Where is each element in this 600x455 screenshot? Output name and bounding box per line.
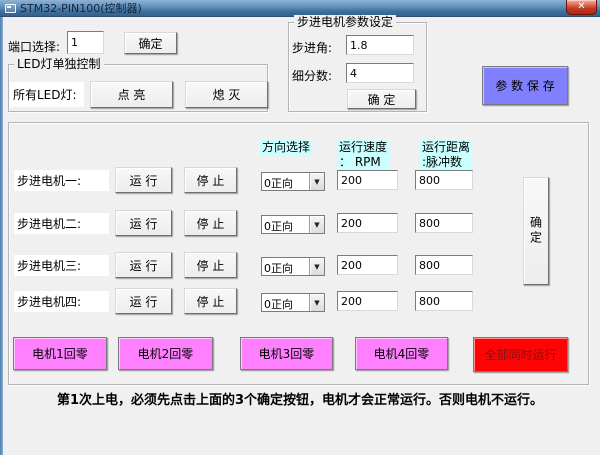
- motor3-direction-select[interactable]: 0正向 ▼: [261, 257, 325, 276]
- motor3-run-button[interactable]: 运 行: [115, 252, 172, 278]
- motor3-speed-input[interactable]: [337, 255, 398, 275]
- motor2-direction-select[interactable]: 0正向 ▼: [261, 215, 325, 234]
- param-group-title: 步进电机参数设定: [294, 15, 396, 30]
- direction-column-header: 方向选择: [260, 140, 312, 155]
- motor2-speed-input[interactable]: [337, 213, 398, 233]
- motor2-label: 步进电机二:: [14, 213, 109, 234]
- motor2-run-button[interactable]: 运 行: [115, 210, 172, 236]
- subdivision-input[interactable]: [346, 63, 414, 83]
- motor4-run-button[interactable]: 运 行: [115, 288, 172, 314]
- port-select-label: 端口选择:: [8, 38, 60, 55]
- motor4-stop-button[interactable]: 停 止: [184, 288, 237, 314]
- led-all-label: 所有LED灯:: [10, 82, 84, 107]
- motor3-distance-input[interactable]: [415, 255, 473, 275]
- led-off-button[interactable]: 熄 灭: [185, 81, 268, 108]
- motors-confirm-button[interactable]: 确定: [523, 177, 549, 285]
- motor4-direction-value: 0正向: [262, 294, 309, 311]
- motor1-stop-button[interactable]: 停 止: [184, 167, 237, 193]
- close-icon: ✕: [577, 1, 585, 12]
- motor1-direction-select[interactable]: 0正向 ▼: [261, 172, 325, 191]
- motor3-label: 步进电机三:: [14, 255, 109, 276]
- app-icon: [5, 4, 16, 13]
- port-input[interactable]: [67, 31, 104, 54]
- motor2-direction-value: 0正向: [262, 216, 309, 233]
- step-angle-label: 步进角:: [292, 39, 332, 56]
- first-power-note: 第1次上电，必须先点击上面的3个确定按钮，电机才会正常运行。否则电机不运行。: [0, 389, 600, 408]
- param-confirm-button[interactable]: 确 定: [347, 89, 416, 109]
- motor1-label: 步进电机一:: [14, 170, 109, 191]
- motor2-stop-button[interactable]: 停 止: [184, 210, 237, 236]
- motor3-direction-value: 0正向: [262, 258, 309, 275]
- motor1-home-button[interactable]: 电机1回零: [13, 337, 107, 370]
- led-group-title: LED灯单独控制: [14, 57, 104, 72]
- app-window: STM32-PIN100(控制器) ✕ 端口选择: 确定 LED灯单独控制 所有…: [0, 0, 600, 455]
- speed-header-line1: 运行速度: [339, 140, 387, 154]
- distance-header-line2: :脉冲数: [422, 155, 462, 169]
- motor3-home-button[interactable]: 电机3回零: [240, 337, 333, 370]
- window-title: STM32-PIN100(控制器): [20, 0, 142, 17]
- motor2-distance-input[interactable]: [415, 213, 473, 233]
- subdivision-label: 细分数:: [292, 67, 332, 84]
- chevron-down-icon[interactable]: ▼: [309, 258, 324, 275]
- motor3-stop-button[interactable]: 停 止: [184, 252, 237, 278]
- chevron-down-icon[interactable]: ▼: [309, 173, 324, 190]
- distance-header-line1: 运行距离: [422, 140, 470, 154]
- port-confirm-button[interactable]: 确定: [124, 32, 177, 54]
- motor4-speed-input[interactable]: [337, 291, 398, 311]
- motor1-speed-input[interactable]: [337, 170, 398, 190]
- chevron-down-icon[interactable]: ▼: [309, 294, 324, 311]
- motor1-distance-input[interactable]: [415, 170, 473, 190]
- motor4-direction-select[interactable]: 0正向 ▼: [261, 293, 325, 312]
- step-angle-input[interactable]: [346, 35, 414, 55]
- speed-column-header: 运行速度 ： RPM: [337, 140, 389, 170]
- motor1-run-button[interactable]: 运 行: [115, 167, 172, 193]
- motor4-home-button[interactable]: 电机4回零: [355, 337, 448, 370]
- close-button[interactable]: ✕: [566, 0, 597, 15]
- motor4-distance-input[interactable]: [415, 291, 473, 311]
- chevron-down-icon[interactable]: ▼: [309, 216, 324, 233]
- save-params-button[interactable]: 参 数 保 存: [482, 66, 568, 105]
- motor1-direction-value: 0正向: [262, 173, 309, 190]
- motor4-label: 步进电机四:: [14, 291, 109, 312]
- led-on-button[interactable]: 点 亮: [90, 81, 173, 108]
- motor2-home-button[interactable]: 电机2回零: [118, 337, 213, 370]
- distance-column-header: 运行距离 :脉冲数: [420, 140, 472, 170]
- run-all-button[interactable]: 全部同时运行: [473, 337, 568, 372]
- speed-header-line2: ： RPM: [339, 155, 381, 169]
